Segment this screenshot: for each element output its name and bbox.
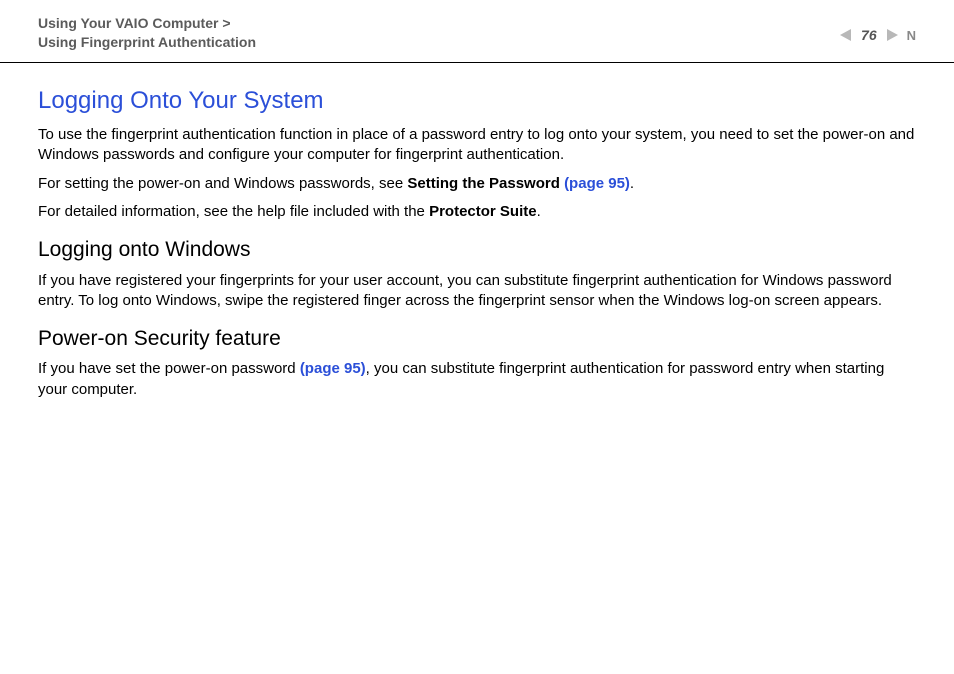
p3-suffix: . <box>537 203 541 220</box>
previous-page-icon[interactable] <box>839 28 853 42</box>
page-number: 76 <box>859 26 879 45</box>
sub1-body: If you have registered your fingerprints… <box>38 271 916 312</box>
breadcrumb-line-2: Using Fingerprint Authentication <box>38 33 256 52</box>
sub2-prefix: If you have set the power-on password <box>38 360 300 377</box>
page-title: Logging Onto Your System <box>38 85 916 117</box>
p3-bold: Protector Suite <box>429 203 537 220</box>
n-mark: N <box>907 27 916 45</box>
p3-prefix: For detailed information, see the help f… <box>38 203 429 220</box>
intro-paragraph-3: For detailed information, see the help f… <box>38 202 916 222</box>
p2-suffix: . <box>630 175 634 192</box>
p2-bold: Setting the Password <box>407 175 564 192</box>
breadcrumb: Using Your VAIO Computer > Using Fingerp… <box>38 14 256 52</box>
subheading-logging-windows: Logging onto Windows <box>38 236 916 264</box>
intro-paragraph-1: To use the fingerprint authentication fu… <box>38 125 916 166</box>
p2-prefix: For setting the power-on and Windows pas… <box>38 175 407 192</box>
page-link-95a[interactable]: (page 95) <box>564 175 630 192</box>
sub2-body: If you have set the power-on password (p… <box>38 359 916 400</box>
intro-paragraph-2: For setting the power-on and Windows pas… <box>38 174 916 194</box>
next-page-icon[interactable] <box>885 28 899 42</box>
page-navigation: 76 N <box>839 26 916 45</box>
page-link-95b[interactable]: (page 95) <box>300 360 366 377</box>
document-header: Using Your VAIO Computer > Using Fingerp… <box>0 0 954 60</box>
breadcrumb-line-1: Using Your VAIO Computer > <box>38 14 256 33</box>
page-content: Logging Onto Your System To use the fing… <box>0 63 954 400</box>
subheading-power-on: Power-on Security feature <box>38 325 916 353</box>
